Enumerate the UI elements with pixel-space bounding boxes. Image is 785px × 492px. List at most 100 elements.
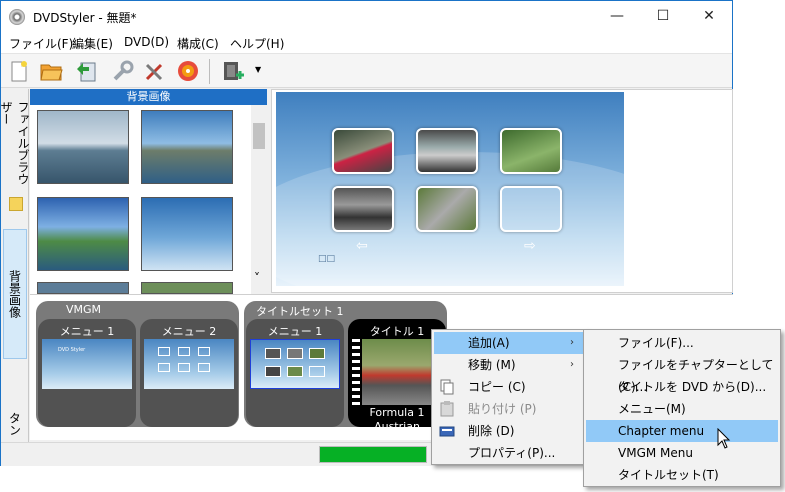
menu-item-label: VMGM Menu	[618, 446, 693, 460]
menu-item-label: コピー (C)	[468, 380, 526, 394]
scroll-down-arrow[interactable]: ˅	[254, 271, 260, 285]
menu-bar: ファイル(F) 編集(E) DVD(D) 構成(C) ヘルプ(H)	[1, 32, 732, 53]
tab-backgrounds[interactable]: 背景画像	[3, 229, 27, 359]
background-thumbnail[interactable]	[141, 197, 233, 271]
menu-card[interactable]: メニュー 1 DVD Styler	[38, 319, 136, 427]
tab-file-browser[interactable]: ファイルブラウザー	[0, 101, 30, 185]
menu-button-frame[interactable]	[332, 186, 394, 232]
window-title: DVDStyler - 無題*	[33, 11, 137, 25]
mini-frame	[198, 347, 210, 356]
menu-card-label: メニュー 1	[59, 325, 115, 338]
menu-card[interactable]: メニュー 1	[246, 319, 344, 427]
menu-canvas[interactable]: ⇦ ⇨ □□	[276, 92, 624, 286]
progress-bar	[319, 446, 427, 463]
menu-button-frame[interactable]	[332, 128, 394, 174]
mini-frame	[265, 366, 281, 377]
menu-item-label: Chapter menu	[618, 424, 705, 438]
scrollbar-thumb[interactable]	[253, 123, 265, 149]
mini-frame	[178, 347, 190, 356]
menu-button-frame[interactable]	[416, 128, 478, 174]
menu-item-label: 追加(A)	[468, 336, 510, 350]
maximize-button[interactable]: ☐	[640, 1, 686, 32]
menu-preview: ⇦ ⇨ □□	[271, 89, 733, 293]
menu-item-properties[interactable]: プロパティ(P)...	[434, 442, 584, 464]
menu-item-paste[interactable]: 貼り付け (P)	[434, 398, 584, 420]
minimize-button[interactable]: —	[594, 1, 640, 32]
submenu-item-vmgm-menu[interactable]: VMGM Menu	[586, 442, 778, 464]
menu-item-label: 貼り付け (P)	[468, 402, 537, 416]
prev-arrow-icon[interactable]: ⇦	[356, 238, 368, 254]
background-thumbnail[interactable]	[141, 110, 233, 184]
close-button[interactable]: ✕	[686, 1, 732, 32]
submenu-item-file[interactable]: ファイル(F)...	[586, 332, 778, 354]
mini-frame	[198, 363, 210, 372]
background-thumbnail[interactable]	[141, 282, 233, 294]
vertical-scrollbar[interactable]: ˅	[251, 105, 267, 294]
wrench-icon[interactable]	[111, 59, 135, 83]
menu-item-label: 削除 (D)	[468, 424, 515, 438]
menu-button-frame[interactable]	[500, 186, 562, 232]
menu-button-frame[interactable]	[500, 128, 562, 174]
side-tabs: ファイルブラウザー 背景画像 タン	[0, 89, 30, 443]
progress-fill	[320, 447, 426, 462]
menu-config[interactable]: 構成(C)	[177, 35, 219, 52]
submenu-item-menu[interactable]: メニュー(M)	[586, 398, 778, 420]
menu-button-frame[interactable]	[416, 186, 478, 232]
settings-icon[interactable]	[143, 59, 167, 83]
mini-frame	[287, 366, 303, 377]
submenu-item-titleset[interactable]: タイトルセット(T)	[586, 464, 778, 486]
menu-item-delete[interactable]: 削除 (D)	[434, 420, 584, 442]
menu-item-label: タイトルセット(T)	[618, 468, 719, 482]
menu-edit[interactable]: 編集(E)	[72, 35, 113, 52]
background-thumbnail[interactable]	[37, 197, 129, 271]
add-submenu: ファイル(F)... ファイルをチャプターとして(C)... タイトルを DVD…	[583, 329, 781, 487]
dropdown-arrow-icon[interactable]: ▼	[255, 65, 265, 75]
delete-icon	[439, 423, 455, 439]
background-thumbnail[interactable]	[37, 110, 129, 184]
submenu-item-chapter-menu[interactable]: Chapter menu	[586, 420, 778, 442]
menu-card-label: メニュー 1	[267, 325, 323, 338]
burn-icon[interactable]	[176, 59, 200, 83]
save-icon[interactable]	[75, 59, 99, 83]
menu-file[interactable]: ファイル(F)	[9, 35, 73, 52]
menu-item-label: 移動 (M)	[468, 358, 516, 372]
titleset-label: タイトルセット 1	[256, 305, 344, 318]
titleset-group: タイトルセット 1 メニュー 1 タイトル 1 Formula 1 Austri…	[244, 301, 447, 433]
menu-help[interactable]: ヘルプ(H)	[230, 35, 284, 52]
open-icon[interactable]	[39, 59, 63, 83]
background-thumbnail[interactable]	[37, 282, 129, 294]
menu-card[interactable]: メニュー 2	[140, 319, 238, 427]
menu-item-copy[interactable]: コピー (C)	[434, 376, 584, 398]
mini-frame	[287, 348, 303, 359]
background-browser: 背景画像 ˅	[30, 89, 267, 294]
small-nav-buttons[interactable]: □□	[318, 254, 335, 264]
vmgm-group: VMGM メニュー 1 DVD Styler メニュー 2	[36, 301, 239, 427]
title-bar: DVDStyler - 無題* — ☐ ✕	[1, 1, 732, 32]
dvdstyler-app-icon	[9, 9, 25, 25]
mini-frame	[309, 348, 325, 359]
submenu-item-file-as-chapter[interactable]: ファイルをチャプターとして(C)...	[586, 354, 778, 394]
mini-frame	[309, 366, 325, 377]
mini-frame	[265, 348, 281, 359]
submenu-arrow-icon: ›	[570, 337, 574, 348]
panel-header: 背景画像	[30, 89, 267, 105]
mini-frame	[158, 347, 170, 356]
next-arrow-icon[interactable]: ⇨	[524, 238, 536, 254]
folder-icon	[9, 197, 23, 211]
toolbar: ▼	[1, 53, 732, 88]
toolbar-separator	[209, 59, 210, 84]
tab-buttons[interactable]: タン	[3, 409, 27, 439]
submenu-item-title-from-dvd[interactable]: タイトルを DVD から(D)...	[586, 376, 778, 398]
menu-item-label: タイトルを DVD から(D)...	[618, 380, 767, 394]
new-icon[interactable]	[7, 59, 31, 83]
menu-item-move[interactable]: 移動 (M) ›	[434, 354, 584, 376]
add-video-icon[interactable]	[221, 59, 245, 83]
menu-item-add[interactable]: 追加(A) ›	[434, 332, 584, 354]
copy-icon	[439, 379, 455, 395]
film-strip	[352, 339, 360, 405]
menu-dvd[interactable]: DVD(D)	[124, 35, 169, 49]
submenu-arrow-icon: ›	[570, 359, 574, 370]
menu-item-label: メニュー(M)	[618, 402, 686, 416]
menu-thumbnail	[250, 339, 340, 389]
menu-thumbnail: DVD Styler	[42, 339, 132, 389]
